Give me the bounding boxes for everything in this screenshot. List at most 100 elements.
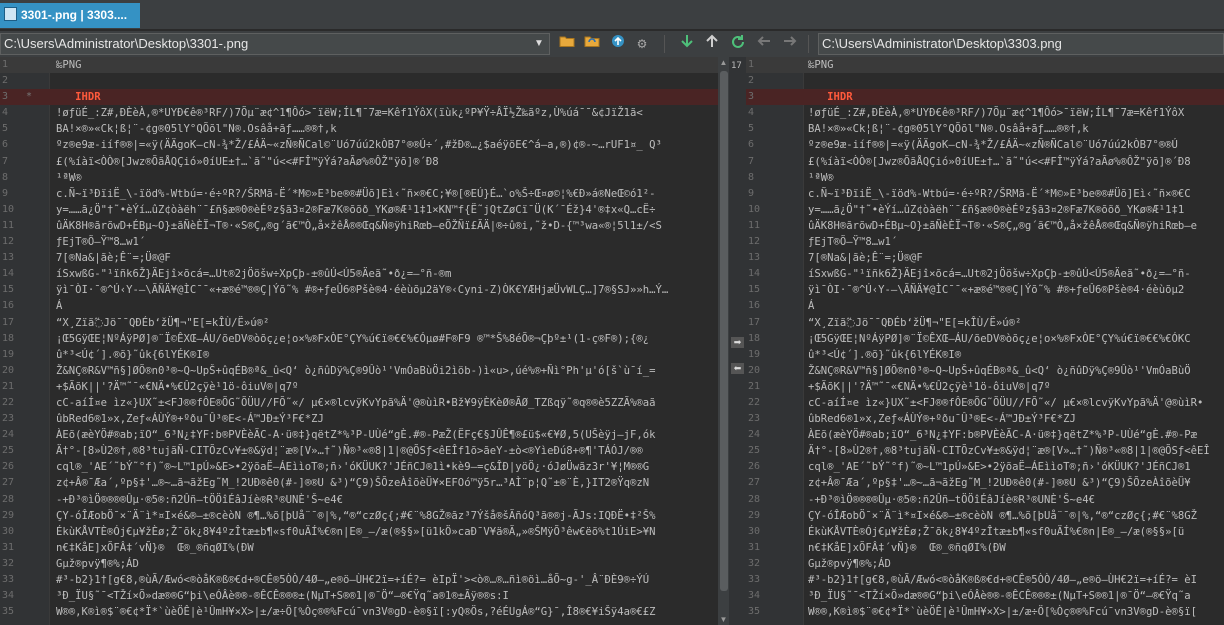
- code-line[interactable]: 32 Gµž®pvÿ¶®%;ÁD: [746, 556, 1224, 572]
- left-lines: 1 ‰PNG 2 3 * IHDR 4 !øƒüÉ_:Z#,ÐÈèÀ,®*UYÐ€ê®³RF…: [0, 57, 718, 625]
- refresh-button[interactable]: [728, 34, 748, 54]
- merge-right-icon[interactable]: ➡: [731, 337, 744, 348]
- line-text: ¡Œ5GÿŒE¦NºÁÿPØ]®¨Ï©ÊXŒ—ÁU/õeDV®òõç¿e¦o×%…: [808, 332, 1191, 345]
- scrollbar-thumb[interactable]: [720, 71, 728, 591]
- left-scrollbar[interactable]: ▲ ▼: [718, 57, 729, 625]
- code-line[interactable]: 10 y=……ã¿Ö"†˜•èÝí…ûZ¢òàëh¨¯£ñ§æ®0®èÉºz§ã3…: [0, 202, 718, 218]
- code-line[interactable]: 22 cC-aíÍ¤e ìz«}UX˜±<FJ®®fÔE®ÕG˜ÕÜU//FÕ˜«…: [746, 395, 1224, 411]
- code-line[interactable]: 18 ¡Œ5GÿŒE¦NºÁÿPØ]®¨Ï©ÊXŒ—ÁU/õeDV®òõç¿e¦o…: [0, 331, 718, 347]
- line-text: +$ÃõK||'?Ä™˜¯«€NÄ•%€Û2çÿè¹1ö-ôiuV®|q7º: [56, 380, 299, 393]
- code-line[interactable]: 6 ºz®e9æ-iíf®®|=«ÿ(ÄÄgoK—cN-¾*Ž/£ÁÄ~«zÑ®Ñ…: [746, 137, 1224, 153]
- code-line[interactable]: 30 ÉkùKÅVTÈ®Ój€µ¥žÈø;Ž¯õk¿8¥4ºzÎtæ±b¶«sf0…: [746, 524, 1224, 540]
- code-line[interactable]: 7 £(%íàï<ÒÒ®[Jwz®ÕãÅQÇió»0íUE±†…`ã˜"ú<<#F…: [0, 154, 718, 170]
- code-line[interactable]: 7 £(%íàï<ÒÒ®[Jwz®ÕãÅQÇió»0íUE±†…`ã˜"ú<<#F…: [746, 154, 1224, 170]
- open-folder-button[interactable]: [557, 34, 577, 54]
- code-line[interactable]: 23 ûbRed6®1»x,Zeƒ«ÁÙÝ®+ºðu¯Û³®E<-Á™JÐ±Ý³F…: [0, 411, 718, 427]
- code-line[interactable]: 19 û*³<Ú¢´].®õ}˜ûk{6lYÉK®I®: [746, 347, 1224, 363]
- prev-diff-button[interactable]: [702, 34, 722, 54]
- code-line[interactable]: 16 Á: [0, 298, 718, 314]
- code-line[interactable]: 17 “X¸Zïã߬Jö¯¯QÐÉb‘žÜ¶¬"E[=kÎÙ/Ë»ú®²: [0, 315, 718, 331]
- chevron-down-icon[interactable]: ▼: [531, 35, 547, 53]
- code-line[interactable]: 16 Á: [746, 298, 1224, 314]
- code-line[interactable]: 22 cC-aíÍ¤e ìz«}UX˜±<FJ®®fÔE®ÕG˜ÕÜU//FÕ˜«…: [0, 395, 718, 411]
- code-line[interactable]: 29 ÇY-óÎÆobÖ¯×¨Ä¨ì*¤I×é&®—±®cèòN ®¶…%õ[þU…: [746, 508, 1224, 524]
- code-line[interactable]: 1 ‰PNG: [746, 57, 1224, 74]
- left-path-field[interactable]: C:\Users\Administrator\Desktop\3301-.png…: [0, 33, 550, 55]
- code-line[interactable]: 31 n€‡KåE]xÕFÂ‡´vÑ}® Œ®_®ñqØI%(ÐW: [0, 540, 718, 556]
- code-line[interactable]: 13 7[®Na&|ãè;Ê¨=;Ü®@F: [0, 250, 718, 266]
- scroll-down-icon[interactable]: ▼: [718, 614, 729, 625]
- code-line[interactable]: 21 +$ÃõK||'?Ä™˜¯«€NÄ•%€Û2çÿè¹1ö-ôiuV®|q7º: [746, 379, 1224, 395]
- code-line[interactable]: 27 z¢+Â®¯Æa´,ºp§‡'…®~…ã¬ãžEg˜M_!2UÐ®ê0(#-…: [0, 475, 718, 491]
- code-line[interactable]: 24 ÀEõ(æèYÖ#®ab;ïO“_6³N¿‡YF:b®PVÈèÃC-A·ü®…: [0, 427, 718, 443]
- line-number: 31: [748, 541, 761, 553]
- code-line[interactable]: 9 c.Ñ~ï³ÐïiË_\-ïöd%-Wtbú=·é÷ºR?/ŠRMã-Ë´*M…: [746, 186, 1224, 202]
- code-line[interactable]: 2: [0, 73, 718, 89]
- code-line[interactable]: 15 ÿì¯ÒI·¯®^Ú‹Y-—\ÃÑÄ¥@ÌC¯¯«+æ®é™®®Ç|Ýõ˜%…: [0, 282, 718, 298]
- code-line[interactable]: 27 z¢+Â®¯Æa´,ºp§‡'…®~…ã¬ãžEg˜M_!2UÐ®ê0(#-…: [746, 475, 1224, 491]
- file-compare-tab[interactable]: 3301-.png | 3303....: [0, 3, 140, 28]
- code-line[interactable]: 5 BA!×®»«Ck¦ß¦¨-¢g®05lY°QÕõl"N®.Osâå+ãƒ………: [0, 121, 718, 137]
- code-line[interactable]: 33 #³-b2}1†[g€8,®ùÃ/Æwó<®òåK®ß®€d+®CÊ®5ÒÒ…: [746, 572, 1224, 588]
- code-line[interactable]: 12 ƒEjT®Õ—Ÿ™8…w1´: [746, 234, 1224, 250]
- code-line[interactable]: 11 ûÄK8H®ãrõwD+ÉBµ~O}±ãÑèÈÏ¬T®·«S®Ç„®g´ã€…: [746, 218, 1224, 234]
- code-line[interactable]: 13 7[®Na&|ãè;Ê¨=;Ü®@F: [746, 250, 1224, 266]
- code-line[interactable]: 15 ÿì¯ÒI·¯®^Ú‹Y-—\ÃÑÄ¥@ÌC¯¯«+æ®é™®®Ç|Ýõ˜%…: [746, 282, 1224, 298]
- code-line[interactable]: 18 ¡Œ5GÿŒE¦NºÁÿPØ]®¨Ï©ÊXŒ—ÁU/õeDV®òõç¿e¦o…: [746, 331, 1224, 347]
- code-line[interactable]: 4 !øƒüÉ_:Z#,ÐÈèÀ,®*UYÐ€ê®³RF/)7Õµ¨æ¢^1¶Ôó…: [0, 105, 718, 121]
- code-line[interactable]: 30 ÉkùKÅVTÈ®Ój€µ¥žÈø;Ž¯õk¿8¥4ºzÎtæ±b¶«sf0…: [0, 524, 718, 540]
- code-line[interactable]: 11 ûÄK8H®ãrõwD+ÉBµ~O}±ãÑèÈÏ¬T®·«S®Ç„®g´ã€…: [0, 218, 718, 234]
- right-path-field[interactable]: C:\Users\Administrator\Desktop\3303.png: [818, 33, 1224, 55]
- code-line[interactable]: 34 ³Ð_ÏU§˜¯<TŽí×Õ»dæ®®G“þi\eÓÂè®®-®ÊCÊ®®®…: [746, 588, 1224, 604]
- code-line[interactable]: 21 +$ÃõK||'?Ä™˜¯«€NÄ•%€Û2çÿè¹1ö-ôiuV®|q7º: [0, 379, 718, 395]
- code-line[interactable]: 1 ‰PNG: [0, 57, 718, 74]
- code-line[interactable]: 26 cql®_'AE´˜bÝ˜°f)˜®~L™1pÚ»&E>•2ÿõaË—ÁEì…: [0, 459, 718, 475]
- code-line[interactable]: 20 Ž&NÇ®R&V™ñ§]ØÕ®n0³®~Q~UpŠ+ûqÉB®ª&_û<Q‘…: [0, 363, 718, 379]
- code-line[interactable]: 8 ¹ªW®: [746, 170, 1224, 186]
- copy-right-button[interactable]: [780, 34, 800, 54]
- code-line[interactable]: 33 #³-b2}1†[g€8,®ùÃ/Æwó<®òåK®ß®€d+®CÊ®5ÒÒ…: [0, 572, 718, 588]
- code-line[interactable]: 19 û*³<Ú¢´].®õ}˜ûk{6lYÉK®I®: [0, 347, 718, 363]
- code-line[interactable]: 20 Ž&NÇ®R&V™ñ§]ØÕ®n0³®~Q~UpŠ+ûqÉB®ª&_û<Q‘…: [746, 363, 1224, 379]
- code-line[interactable]: 17 “X¸Zïã߬Jö¯¯QÐÉb‘žÜ¶¬"E[=kÎÙ/Ë»ú®²: [746, 315, 1224, 331]
- code-line[interactable]: 29 ÇY-óÎÆobÖ¯×¨Ä¨ì*¤I×é&®—±®cèòN ®¶…%õ[þU…: [0, 508, 718, 524]
- code-line[interactable]: 4 !øƒüÉ_:Z#,ÐÈèÀ,®*UYÐ€ê®³RF/)7Õµ¨æ¢^1¶Ôó…: [746, 105, 1224, 121]
- save-button[interactable]: [608, 34, 628, 54]
- scroll-up-icon[interactable]: ▲: [718, 57, 729, 68]
- code-line[interactable]: 14 íSxwßG-"¹ïñk6Ž}ÄEjî×õcá=…Ut®2jÖöšw÷XpÇ…: [0, 266, 718, 282]
- line-text: n€‡KåE]xÕFÂ‡´vÑ}® Œ®_®ñqØI%(ÐW: [56, 541, 254, 554]
- code-line[interactable]: 9 c.Ñ~ï³ÐïiË_\-ïöd%-Wtbú=·é÷ºR?/ŠRMã-Ë´*M…: [0, 186, 718, 202]
- right-file-pane[interactable]: 1 ‰PNG 2 3 IHDR 4 !øƒüÉ_:Z#,ÐÈèÀ,®*UYÐ€ê®³RF/…: [746, 57, 1224, 625]
- code-line[interactable]: 28 -+Ð³®ìÖ®®®®Ûµ·®5®:ñ2Ûñ—tÖÖîÉâJíè®R³®UN…: [746, 492, 1224, 508]
- code-line[interactable]: 28 -+Ð³®ìÖ®®®®Ûµ·®5®:ñ2Ûñ—tÖÖîÉâJíè®R³®UN…: [0, 492, 718, 508]
- line-text: Ž&NÇ®R&V™ñ§]ØÕ®n0³®~Q~UpŠ+ûqÉB®ª&_û<Q‘ ò…: [56, 364, 656, 377]
- merge-left-icon[interactable]: ⬅: [731, 363, 744, 374]
- code-line[interactable]: 5 BA!×®»«Ck¦ß¦¨-¢g®05lY°QÕõl"N®.Osâå+ãƒ………: [746, 121, 1224, 137]
- code-line[interactable]: 10 y=……ã¿Ö"†˜•èÝí…ûZ¢òàëh¨¯£ñ§æ®0®èÉºz§ã3…: [746, 202, 1224, 218]
- settings-button[interactable]: ⚙: [632, 34, 652, 54]
- reload-button[interactable]: [582, 34, 602, 54]
- code-line[interactable]: 25 Ä†°-[8»Ù2®†,®8³tujãÑ-CITÕzCv¥±®&ÿd¦¨æ®…: [746, 443, 1224, 459]
- code-line[interactable]: 6 ºz®e9æ-iíf®®|=«ÿ(ÄÄgoK—cN-¾*Ž/£ÁÄ~«zÑ®Ñ…: [0, 137, 718, 153]
- line-text: c.Ñ~ï³ÐïiË_\-ïöd%-Wtbú=·é÷ºR?/ŠRMã-Ë´*M©…: [56, 187, 656, 200]
- left-file-pane[interactable]: 1 ‰PNG 2 3 * IHDR 4 !øƒüÉ_:Z#,ÐÈèÀ,®*UYÐ€ê®³RF…: [0, 57, 718, 625]
- next-diff-button[interactable]: [677, 34, 697, 54]
- code-line[interactable]: 25 Ä†°-[8»Ù2®†,®8³tujãÑ-CITÕzCv¥±®&ÿd¦¨æ®…: [0, 443, 718, 459]
- code-line[interactable]: 8 ¹ªW®: [0, 170, 718, 186]
- code-line[interactable]: 32 Gµž®pvÿ¶®%;ÁD: [0, 556, 718, 572]
- code-line[interactable]: 26 cql®_'AE´˜bÝ˜°f)˜®~L™1pÚ»&E>•2ÿõaË—ÁEì…: [746, 459, 1224, 475]
- code-line[interactable]: 35 W®®,K®ì®$¨®€¢*Ï*`ùèÖÊ|è¹ÛmH¥×X>|±/æ÷Ö[…: [746, 604, 1224, 620]
- code-line[interactable]: 3 * IHDR: [0, 89, 718, 106]
- code-line[interactable]: 12 ƒEjT®Õ—Ÿ™8…w1´: [0, 234, 718, 250]
- code-line[interactable]: 35 W®®,K®ì®$¨®€¢*Ï*`ùèÖÊ|è¹ÛmH¥×X>|±/æ÷Ö[…: [0, 604, 718, 620]
- code-line[interactable]: 24 ÀEõ(æèYÖ#®ab;ïO“_6³N¿‡YF:b®PVÈèÃC-A·ü®…: [746, 427, 1224, 443]
- copy-left-button[interactable]: [754, 34, 774, 54]
- code-line[interactable]: 34 ³Ð_ÏU§˜¯<TŽí×Õ»dæ®®G“þi\eÓÂè®®-®ÊCÊ®®®…: [0, 588, 718, 604]
- code-line[interactable]: 31 n€‡KåE]xÕFÂ‡´vÑ}® Œ®_®ñqØI%(ÐW: [746, 540, 1224, 556]
- code-line[interactable]: 3 IHDR: [746, 89, 1224, 106]
- code-line[interactable]: 23 ûbRed6®1»x,Zeƒ«ÁÙÝ®+ºðu¯Û³®E<-Á™JÐ±Ý³F…: [746, 411, 1224, 427]
- code-line[interactable]: 14 íSxwßG-"¹ïñk6Ž}ÄEjî×õcá=…Ut®2jÖöšw÷XpÇ…: [746, 266, 1224, 282]
- code-line[interactable]: 2: [746, 73, 1224, 89]
- line-number: 35: [748, 606, 761, 618]
- line-number: 35: [2, 606, 15, 618]
